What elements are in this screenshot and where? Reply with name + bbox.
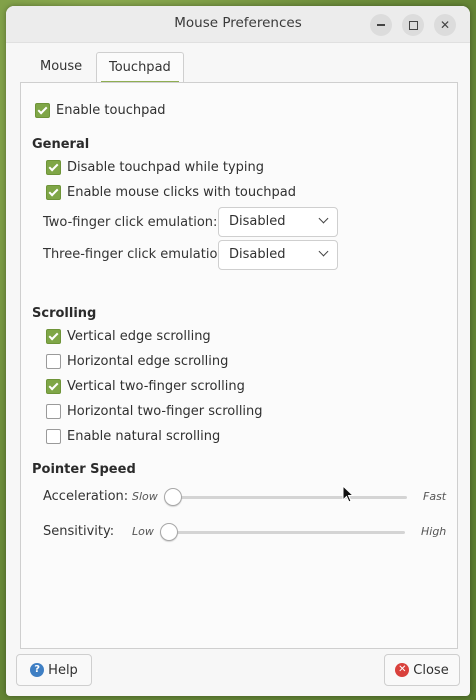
close-circle-icon: ✕ <box>395 663 410 677</box>
title-bar[interactable]: Mouse Preferences ✕ <box>6 6 470 43</box>
enable-mouse-clicks-checkbox[interactable]: Enable mouse clicks with touchpad <box>46 185 296 200</box>
checkbox-checked[interactable] <box>35 103 50 118</box>
maximize-icon <box>408 20 418 30</box>
sensitivity-max-label: High <box>421 525 447 538</box>
checkbox-checked[interactable] <box>46 379 61 394</box>
close-icon: ✕ <box>439 18 451 32</box>
dropdown-value: Disabled <box>229 247 286 262</box>
checkbox-label: Horizontal two-finger scrolling <box>67 404 263 419</box>
minimize-button[interactable] <box>370 14 392 36</box>
three-finger-click-dropdown[interactable]: Disabled <box>218 240 338 270</box>
enable-touchpad-checkbox[interactable]: Enable touchpad <box>35 103 166 118</box>
close-button[interactable]: ✕ Close <box>384 654 460 686</box>
sensitivity-slider[interactable] <box>167 531 405 534</box>
checkbox-label: Enable mouse clicks with touchpad <box>67 185 296 200</box>
checkbox-label: Vertical two-finger scrolling <box>67 379 245 394</box>
touchpad-panel: Enable touchpad General Disable touchpad… <box>20 82 458 649</box>
help-button[interactable]: ? Help <box>16 654 92 686</box>
maximize-button[interactable] <box>402 14 424 36</box>
disable-while-typing-checkbox[interactable]: Disable touchpad while typing <box>46 160 264 175</box>
two-finger-click-label: Two-finger click emulation: <box>43 215 218 230</box>
acceleration-label: Acceleration: <box>43 489 129 504</box>
close-window-button[interactable]: ✕ <box>434 14 456 36</box>
vertical-two-finger-scrolling-checkbox[interactable]: Vertical two-finger scrolling <box>46 379 245 394</box>
checkbox-label: Disable touchpad while typing <box>67 160 265 175</box>
two-finger-click-dropdown[interactable]: Disabled <box>218 207 338 237</box>
tab-bar: Mouse Touchpad <box>20 52 456 83</box>
checkbox-checked[interactable] <box>46 185 61 200</box>
checkbox-label: Vertical edge scrolling <box>67 329 211 344</box>
checkbox-unchecked[interactable] <box>46 354 61 369</box>
sensitivity-min-label: Low <box>132 525 154 538</box>
checkbox-checked[interactable] <box>46 160 61 175</box>
pointer-speed-heading: Pointer Speed <box>32 462 136 477</box>
general-heading: General <box>32 137 90 152</box>
minimize-icon <box>377 24 385 26</box>
sensitivity-slider-handle[interactable] <box>160 523 178 541</box>
preferences-window: Mouse Preferences ✕ Mouse Touchpad Enabl… <box>6 6 470 696</box>
checkbox-checked[interactable] <box>46 329 61 344</box>
checkbox-label: Horizontal edge scrolling <box>67 354 229 369</box>
scrolling-heading: Scrolling <box>32 306 97 321</box>
help-label: Help <box>48 662 78 678</box>
horizontal-two-finger-scrolling-checkbox[interactable]: Horizontal two-finger scrolling <box>46 404 263 419</box>
tab-mouse[interactable]: Mouse <box>28 52 94 82</box>
checkbox-label: Enable natural scrolling <box>67 429 221 444</box>
vertical-edge-scrolling-checkbox[interactable]: Vertical edge scrolling <box>46 329 211 344</box>
horizontal-edge-scrolling-checkbox[interactable]: Horizontal edge scrolling <box>46 354 228 369</box>
chevron-down-icon <box>318 213 329 224</box>
mouse-cursor-icon <box>342 485 355 503</box>
acceleration-max-label: Fast <box>423 490 447 503</box>
checkbox-unchecked[interactable] <box>46 404 61 419</box>
window-title: Mouse Preferences <box>174 15 302 31</box>
acceleration-min-label: Slow <box>132 490 158 503</box>
help-icon: ? <box>30 663 45 677</box>
acceleration-slider-handle[interactable] <box>164 488 182 506</box>
dropdown-value: Disabled <box>229 214 286 229</box>
three-finger-click-label: Three-finger click emulation: <box>43 247 231 262</box>
acceleration-slider[interactable] <box>167 496 407 499</box>
natural-scrolling-checkbox[interactable]: Enable natural scrolling <box>46 429 220 444</box>
close-label: Close <box>413 662 449 678</box>
enable-touchpad-label: Enable touchpad <box>56 103 166 118</box>
sensitivity-label: Sensitivity: <box>43 524 115 539</box>
checkbox-unchecked[interactable] <box>46 429 61 444</box>
tab-touchpad[interactable]: Touchpad <box>96 52 184 83</box>
chevron-down-icon <box>318 246 329 257</box>
